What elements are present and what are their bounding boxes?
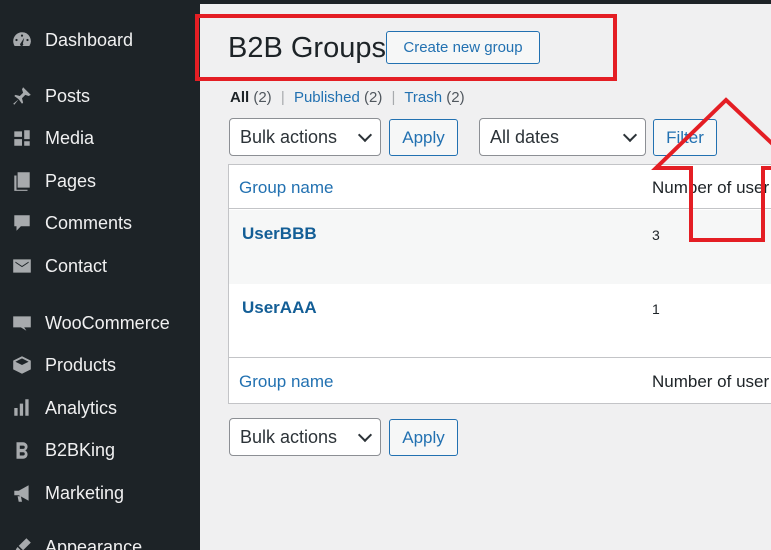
bulk-actions-select-bottom[interactable]: Bulk actions xyxy=(229,418,381,456)
sidebar-item-label: Analytics xyxy=(45,397,118,418)
pin-icon xyxy=(10,84,34,108)
view-filters: All (2) | Published (2) | Trash (2) xyxy=(230,89,465,106)
sidebar-item-contact[interactable]: Contact xyxy=(0,246,200,286)
sidebar-item-marketing[interactable]: Marketing xyxy=(0,473,200,513)
user-count: 1 xyxy=(652,301,660,317)
sidebar-item-label: Comments xyxy=(45,212,133,233)
bulk-actions-value: Bulk actions xyxy=(240,426,338,447)
main-content: B2B Groups Create new group All (2) | Pu… xyxy=(195,4,771,550)
admin-sidebar: Dashboard Posts Media Pages Comments Con… xyxy=(0,0,200,550)
comment-icon xyxy=(10,211,34,235)
bulk-actions-value: Bulk actions xyxy=(240,126,338,147)
view-all-link[interactable]: All xyxy=(230,89,249,106)
column-footer-number-of-users: Number of user xyxy=(652,372,770,391)
sidebar-item-pages[interactable]: Pages xyxy=(0,161,200,201)
sidebar-item-comments[interactable]: Comments xyxy=(0,203,200,243)
megaphone-icon xyxy=(10,481,34,505)
view-trash-link[interactable]: Trash xyxy=(404,89,442,106)
sidebar-item-dashboard[interactable]: Dashboard xyxy=(0,20,200,60)
woo-icon xyxy=(10,311,34,335)
sidebar-item-label: B2BKing xyxy=(45,439,116,460)
sidebar-item-label: Posts xyxy=(45,85,91,106)
annotation-highlight-box xyxy=(195,14,617,81)
sidebar-item-products[interactable]: Products xyxy=(0,345,200,385)
view-trash-count: (2) xyxy=(446,89,465,106)
sidebar-item-analytics[interactable]: Analytics xyxy=(0,388,200,428)
mail-icon xyxy=(10,254,34,278)
view-separator: | xyxy=(280,89,285,106)
sidebar-item-label: Contact xyxy=(45,255,108,276)
view-all-count: (2) xyxy=(253,89,272,106)
chevron-down-icon xyxy=(622,127,638,143)
column-footer-group-name[interactable]: Group name xyxy=(239,372,334,392)
sidebar-item-media[interactable]: Media xyxy=(0,118,200,158)
sidebar-item-posts[interactable]: Posts xyxy=(0,76,200,116)
dates-select[interactable]: All dates xyxy=(479,118,646,156)
group-title-link[interactable]: UserAAA xyxy=(242,298,317,318)
dates-value: All dates xyxy=(490,126,560,147)
sidebar-item-label: Pages xyxy=(45,170,97,191)
sidebar-item-label: Products xyxy=(45,354,117,375)
view-separator: | xyxy=(391,89,396,106)
view-published-link[interactable]: Published xyxy=(294,89,360,106)
sidebar-item-appearance[interactable]: Appearance xyxy=(0,527,200,550)
group-title-link[interactable]: UserBBB xyxy=(242,224,317,244)
dashboard-icon xyxy=(10,28,34,52)
media-icon xyxy=(10,126,34,150)
bar-chart-icon xyxy=(10,396,34,420)
chevron-down-icon xyxy=(357,427,373,443)
table-footer-row: Group name Number of user xyxy=(229,359,771,403)
apply-button[interactable]: Apply xyxy=(389,119,458,156)
box-icon xyxy=(10,353,34,377)
sidebar-item-label: Dashboard xyxy=(45,29,134,50)
b2bking-icon xyxy=(10,438,34,462)
chevron-down-icon xyxy=(357,127,373,143)
bulk-actions-select[interactable]: Bulk actions xyxy=(229,118,381,156)
apply-button-bottom[interactable]: Apply xyxy=(389,419,458,456)
sidebar-item-label: WooCommerce xyxy=(45,312,170,333)
sidebar-item-b2bking[interactable]: B2BKing xyxy=(0,430,200,470)
table-row: UserAAA 1 xyxy=(229,284,771,358)
column-header-group-name[interactable]: Group name xyxy=(239,178,334,198)
sidebar-item-label: Appearance xyxy=(45,536,143,550)
brush-icon xyxy=(10,535,34,550)
pages-icon xyxy=(10,169,34,193)
sidebar-item-woocommerce[interactable]: WooCommerce xyxy=(0,303,200,343)
annotation-arrow-icon xyxy=(651,97,771,242)
view-published-count: (2) xyxy=(364,89,383,106)
sidebar-item-label: Marketing xyxy=(45,482,125,503)
sidebar-item-label: Media xyxy=(45,127,95,148)
